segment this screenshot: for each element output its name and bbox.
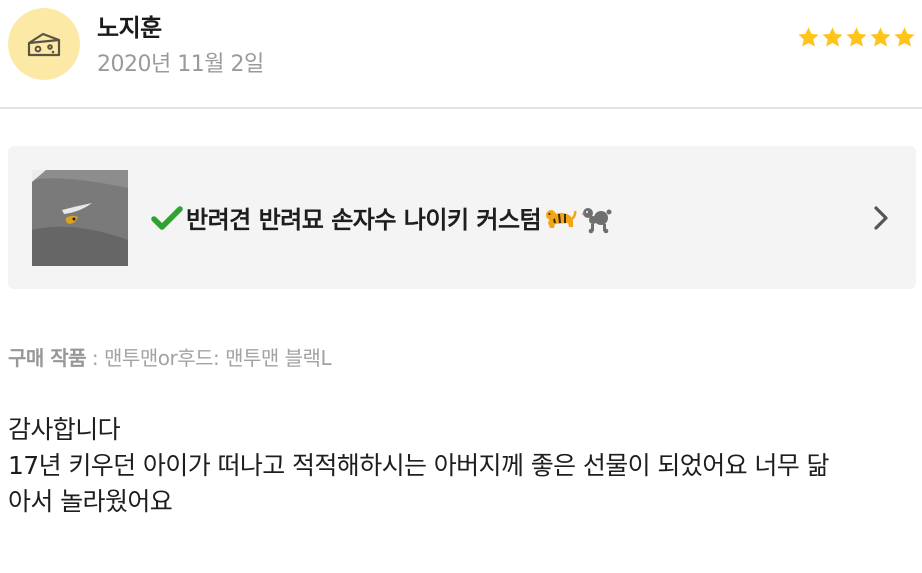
chevron-right-icon[interactable] [872, 204, 890, 232]
product-title: 반려견 반려묘 손자수 나이키 커스텀 [186, 206, 542, 234]
purchase-option-value: 맨투맨or후드: 맨투맨 블랙L [104, 346, 332, 370]
tiger-icon [546, 209, 577, 228]
product-image [32, 170, 128, 266]
review-line: 아서 놀라웠어요 [8, 487, 173, 516]
review-body: 감사합니다 17년 키우던 아이가 떠나고 적적해하시는 아버지께 좋은 선물이… [8, 412, 920, 520]
purchase-separator: : [86, 346, 105, 370]
star-icon [870, 27, 891, 47]
star-icon [894, 27, 915, 47]
header-divider [0, 107, 922, 109]
product-thumbnail [32, 170, 128, 266]
review-line: 17년 키우던 아이가 떠나고 적적해하시는 아버지께 좋은 선물이 되었어요 … [8, 451, 829, 480]
product-card[interactable]: 반려견 반려묘 손자수 나이키 커스텀 [8, 146, 916, 289]
review-date: 2020년 11월 2일 [97, 52, 264, 77]
cheese-icon [27, 32, 61, 57]
product-title-row[interactable]: 반려견 반려묘 손자수 나이키 커스텀 [150, 200, 613, 235]
purchase-option: 구매 작품 : 맨투맨or후드: 맨투맨 블랙L [8, 342, 332, 371]
reviewer-name: 노지훈 [97, 14, 162, 42]
star-icon [846, 27, 867, 47]
purchase-label: 구매 작품 [8, 346, 87, 370]
star-icon [822, 27, 843, 47]
poodle-icon [582, 207, 612, 233]
reviewer-avatar [8, 8, 80, 80]
star-icon [798, 27, 819, 47]
review-line: 감사합니다 [8, 415, 121, 444]
green-check-icon [151, 205, 183, 230]
rating-stars [797, 26, 916, 49]
